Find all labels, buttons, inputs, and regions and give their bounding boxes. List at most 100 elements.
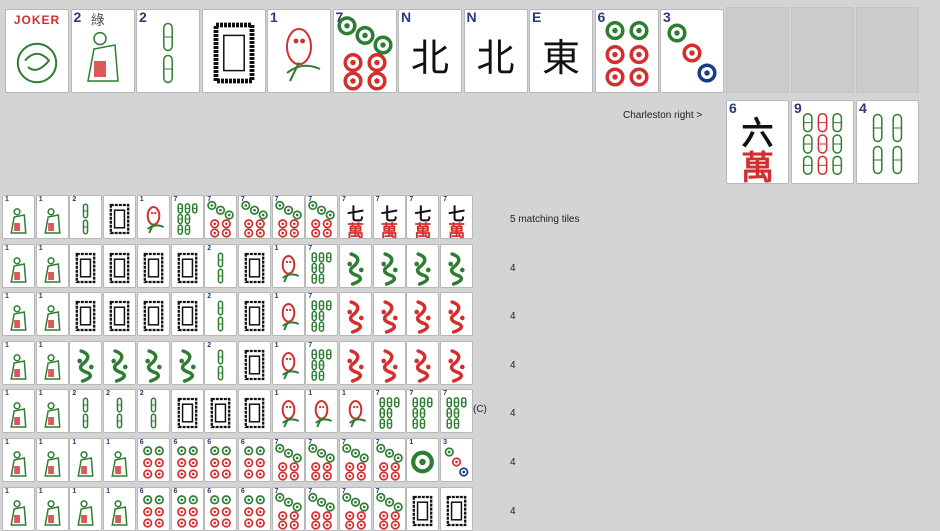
tile-flower[interactable]: 1 [35,438,69,482]
tile-green[interactable] [136,340,170,385]
tile-dot[interactable]: 7 [305,438,339,482]
tile-dot[interactable]: 3 [440,438,474,482]
tile-dot[interactable]: 6 [136,438,170,482]
tile-flower[interactable]: 1 [2,195,35,239]
empty-slot[interactable] [726,7,789,93]
tile-soap[interactable] [103,195,137,239]
tile-dot[interactable]: 1 [406,438,440,482]
tile-soap[interactable] [170,389,204,434]
tile-red[interactable] [440,292,474,337]
tile-green[interactable] [69,340,103,385]
tile-crak[interactable]: 7七萬 [339,195,372,239]
tile-flower[interactable]: 1 [35,243,69,288]
tile-dot[interactable]: 7 [305,195,339,239]
tile-flower[interactable]: 1 [2,389,35,434]
tile-red[interactable] [440,340,474,385]
tile-red[interactable] [372,292,406,337]
tile-dot[interactable]: 7 [332,9,397,93]
tile-soap[interactable] [406,486,440,531]
tile-bird[interactable]: 1 [271,340,305,385]
tile-soap[interactable] [440,486,474,531]
tile-bird[interactable]: 1 [271,389,305,434]
tile-wind[interactable]: N北 [463,9,528,93]
tile-flower[interactable]: 1 [2,292,35,337]
tile-wind[interactable]: N北 [398,9,462,93]
tile-soap[interactable] [204,389,238,434]
tile-dot[interactable]: 6 [204,438,238,482]
tile-bam[interactable]: 2 [69,195,103,239]
tile-crak[interactable]: 7七萬 [440,195,474,239]
tile-flower[interactable]: 1 [2,486,35,531]
tile-bam[interactable]: 7 [440,389,474,434]
tile-flower[interactable]: 1 [69,486,103,531]
tile-red[interactable] [339,292,372,337]
tile-flower[interactable]: 1 [35,340,69,385]
tile-bam[interactable]: 2 [204,340,238,385]
tile-dot[interactable]: 7 [271,195,305,239]
tile-green[interactable] [406,243,440,288]
tile-bird[interactable]: 1 [339,389,372,434]
tile-bam[interactable]: 7 [305,292,339,337]
tile-green[interactable] [103,340,137,385]
tile-flower[interactable]: 1 [103,486,137,531]
tile-joker[interactable]: JOKER [5,9,69,93]
tile-red[interactable] [372,340,406,385]
tile-dot[interactable]: 7 [271,438,305,482]
tile-bam[interactable]: 7 [305,340,339,385]
tile-flower[interactable]: 1 [69,438,103,482]
tile-crak[interactable]: 7七萬 [372,195,406,239]
tile-soap[interactable] [103,292,137,337]
tile-red[interactable] [406,292,440,337]
tile-dot[interactable]: 6 [170,486,204,531]
tile-soap[interactable] [237,340,271,385]
tile-dot[interactable]: 6 [237,486,271,531]
tile-dot[interactable]: 6 [237,438,271,482]
tile-soap[interactable] [69,292,103,337]
tile-dot[interactable]: 3 [660,9,724,93]
tile-bam[interactable]: 4 [856,100,919,184]
tile-dot[interactable]: 7 [305,486,339,531]
tile-bam[interactable]: 7 [305,243,339,288]
tile-dot[interactable]: 7 [271,486,305,531]
tile-bam[interactable]: 7 [372,389,406,434]
tile-flower[interactable]: 2綠 [70,9,135,93]
tile-dot[interactable]: 6 [170,438,204,482]
tile-bam[interactable]: 2 [204,243,238,288]
tile-crak[interactable]: 6六萬 [726,100,789,184]
tile-bam[interactable]: 2 [103,389,137,434]
tile-dot[interactable]: 6 [594,9,659,93]
tile-flower[interactable]: 1 [2,340,35,385]
tile-bam[interactable]: 9 [791,100,854,184]
tile-bam[interactable]: 2 [136,9,200,93]
tile-dot[interactable]: 7 [204,195,238,239]
tile-bird[interactable]: 1 [136,195,170,239]
tile-green[interactable] [170,340,204,385]
tile-crak[interactable]: 7七萬 [406,195,440,239]
tile-soap[interactable] [136,292,170,337]
tile-dot[interactable]: 7 [237,195,271,239]
tile-flower[interactable]: 1 [103,438,137,482]
tile-flower[interactable]: 1 [35,486,69,531]
tile-red[interactable] [406,340,440,385]
tile-soap[interactable] [69,243,103,288]
tile-bam[interactable]: 7 [170,195,204,239]
tile-soap[interactable] [237,389,271,434]
tile-bird[interactable]: 1 [267,9,331,93]
tile-dot[interactable]: 7 [372,438,406,482]
tile-bam[interactable]: 2 [204,292,238,337]
tile-soap[interactable] [136,243,170,288]
tile-flower[interactable]: 1 [35,195,69,239]
tile-bam[interactable]: 7 [406,389,440,434]
tile-dot[interactable]: 6 [204,486,238,531]
tile-soap[interactable] [170,292,204,337]
tile-bam[interactable]: 2 [69,389,103,434]
tile-red[interactable] [339,340,372,385]
tile-wind[interactable]: E東 [529,9,593,93]
tile-soap[interactable] [237,292,271,337]
tile-soap[interactable] [103,243,137,288]
tile-bam[interactable]: 2 [136,389,170,434]
tile-dot[interactable]: 7 [339,486,372,531]
tile-bird[interactable]: 1 [271,243,305,288]
tile-green[interactable] [339,243,372,288]
tile-soap[interactable] [170,243,204,288]
